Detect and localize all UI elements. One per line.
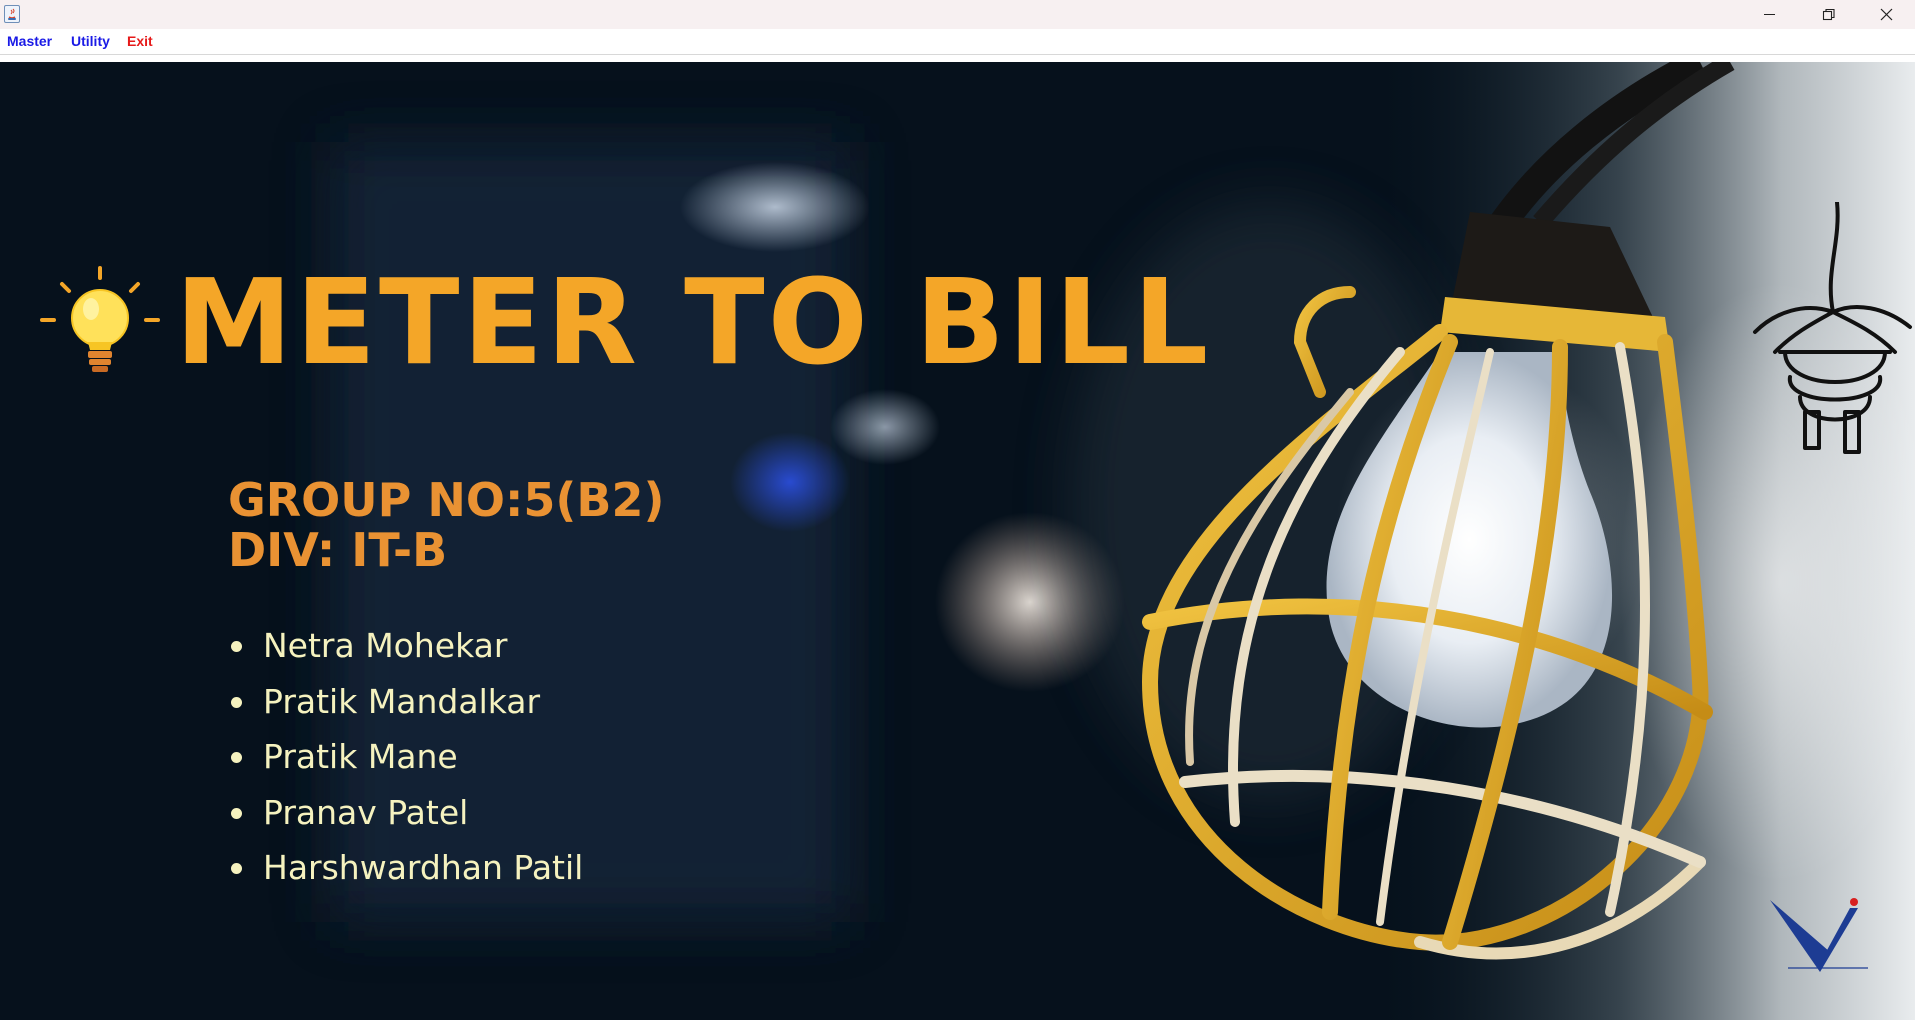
close-button[interactable] — [1858, 0, 1915, 29]
menu-exit[interactable]: Exit — [127, 33, 153, 49]
division-label: DIV: IT-B — [228, 523, 448, 577]
member-name: Netra Mohekar — [263, 626, 508, 665]
restore-icon — [1822, 8, 1835, 21]
bullet-icon — [231, 863, 242, 874]
menu-bar: Master Utility Exit — [0, 29, 1915, 55]
menu-master[interactable]: Master — [7, 33, 52, 49]
member-name: Pratik Mandalkar — [263, 681, 541, 721]
list-item: Harshwardhan Patil — [228, 846, 583, 902]
list-item: Netra Mohekar — [228, 624, 583, 680]
close-icon — [1880, 8, 1893, 21]
member-list: Netra Mohekar Pratik Mandalkar Pratik Ma… — [228, 624, 583, 902]
member-name: Pratik Mane — [263, 737, 458, 776]
bullet-icon — [231, 807, 242, 819]
light-bulb-icon — [40, 266, 160, 372]
group-number: GROUP NO:5(B2) — [228, 473, 665, 527]
restore-button[interactable] — [1799, 0, 1857, 29]
banner-title: METER TO BILL — [175, 253, 1212, 391]
vit-logo — [1770, 898, 1868, 972]
bullet-icon — [231, 696, 242, 708]
list-item: Pranav Patel — [228, 791, 583, 847]
menu-utility[interactable]: Utility — [71, 33, 110, 49]
member-name: Harshwardhan Patil — [263, 848, 584, 887]
bullet-icon — [231, 752, 242, 763]
bullet-icon — [231, 641, 242, 652]
plug-icon — [1753, 202, 1912, 454]
java-app-icon — [4, 5, 20, 23]
app-window: Master Utility Exit METER TO BILL GROUP … — [0, 0, 1915, 1020]
list-item: Pratik Mandalkar — [228, 680, 583, 736]
title-bar — [0, 0, 1915, 29]
member-name: Pranav Patel — [263, 792, 469, 832]
minimize-icon — [1764, 14, 1775, 15]
splash-banner: METER TO BILL GROUP NO:5(B2) DIV: IT-B N… — [0, 62, 1915, 1020]
minimize-button[interactable] — [1740, 0, 1798, 29]
list-item: Pratik Mane — [228, 735, 583, 791]
